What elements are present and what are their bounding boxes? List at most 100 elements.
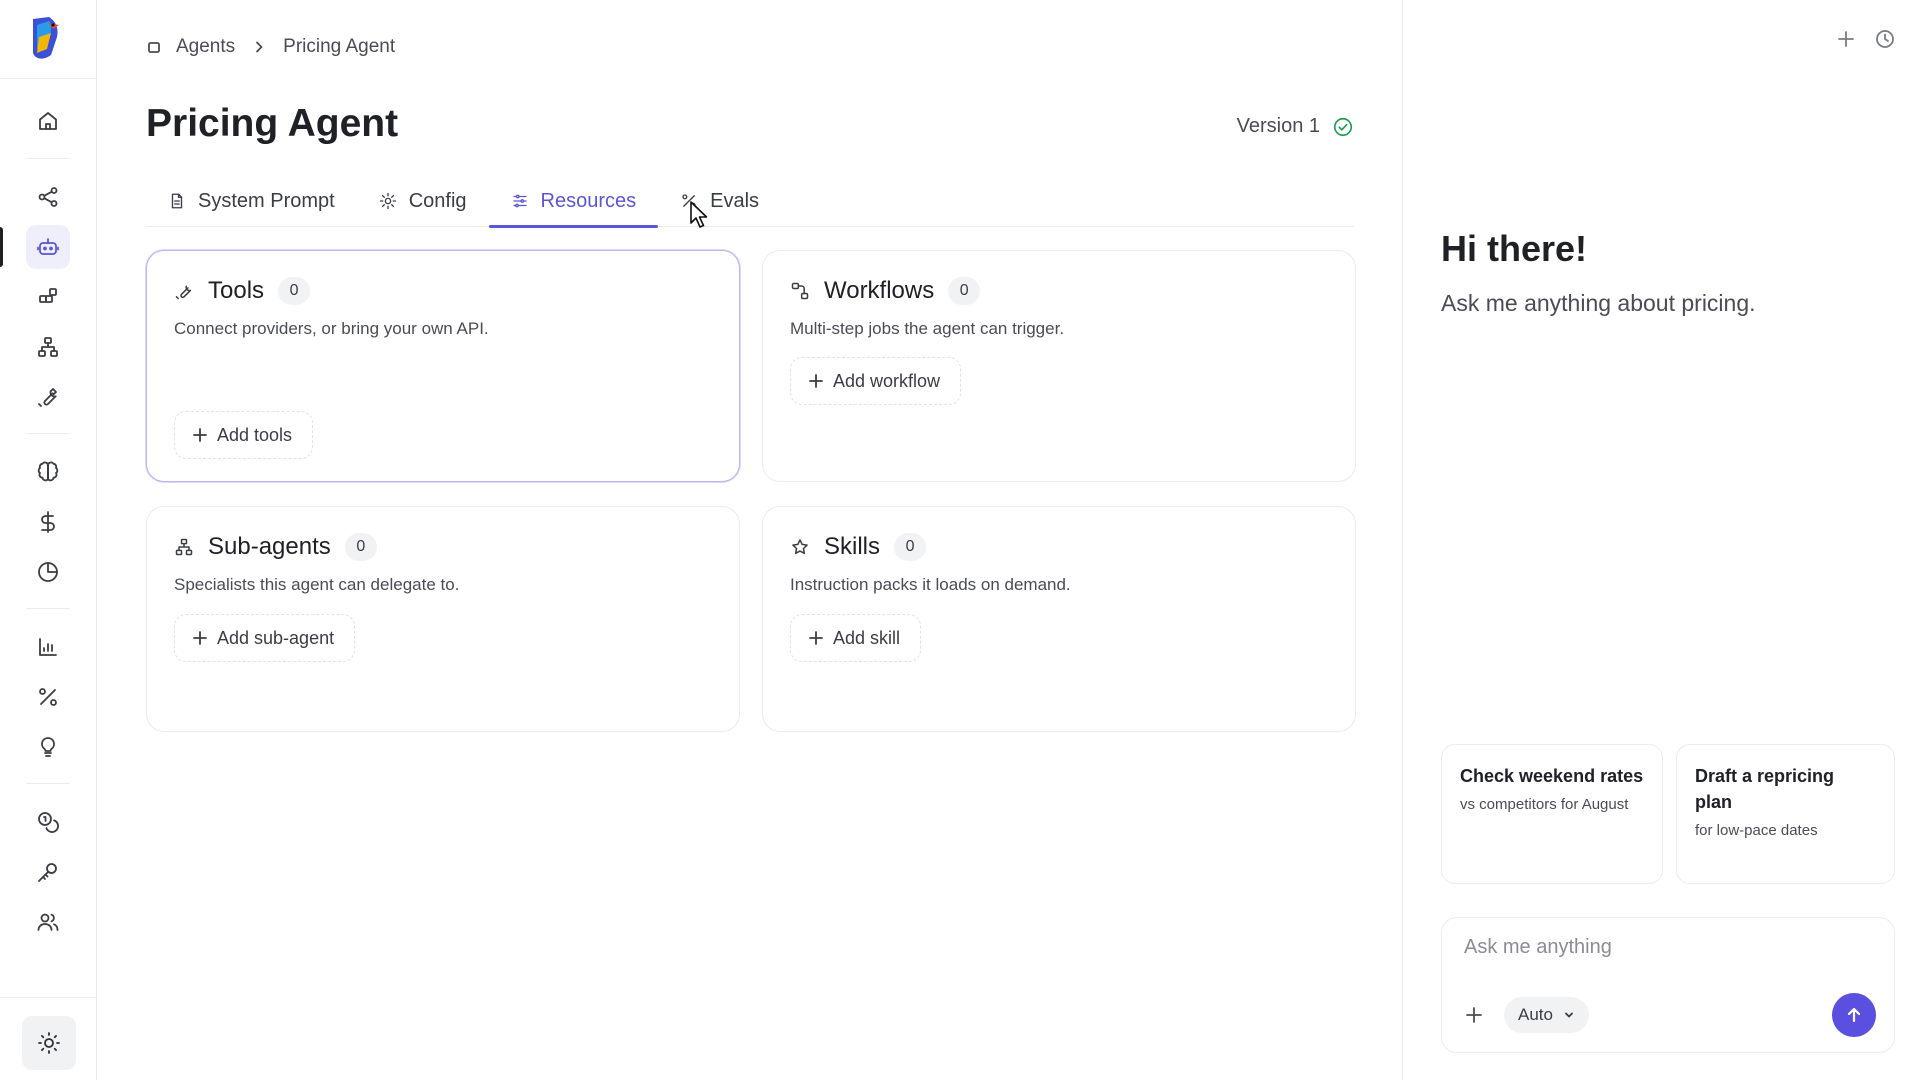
count-badge: 0 xyxy=(278,277,311,305)
app-logo[interactable] xyxy=(29,15,65,63)
add-tools-button[interactable]: Add tools xyxy=(174,411,314,459)
sidebar-item-tools[interactable] xyxy=(26,375,70,419)
sidebar-item-insights[interactable] xyxy=(26,725,70,769)
plus-icon xyxy=(193,631,207,645)
card-description: Multi-step jobs the agent can trigger. xyxy=(790,319,1065,338)
skills-card[interactable]: Skills 0 Instruction packs it loads on d… xyxy=(762,506,1356,732)
add-workflow-button[interactable]: Add workflow xyxy=(790,357,962,405)
main-content: Agents Pricing Agent Pricing Agent Versi… xyxy=(98,0,1402,1080)
home-icon xyxy=(39,112,57,130)
sidebar-item-flows[interactable] xyxy=(26,175,70,219)
star-icon xyxy=(792,539,808,555)
sidebar-item-agents[interactable] xyxy=(26,225,70,269)
add-skill-button[interactable]: Add skill xyxy=(790,614,922,662)
brain-icon xyxy=(37,461,59,482)
tool-icon xyxy=(175,285,192,300)
sidebar-item-integrations[interactable] xyxy=(26,275,70,319)
sidebar-item-knowledge[interactable] xyxy=(26,450,70,494)
sidebar-item-pricing[interactable] xyxy=(26,500,70,544)
hierarchy-icon xyxy=(175,538,193,556)
sidebar-divider xyxy=(26,158,70,159)
sidebar-item-home[interactable] xyxy=(26,99,70,143)
card-description: Instruction packs it loads on demand. xyxy=(790,575,1071,594)
sidebar-item-keys[interactable] xyxy=(26,850,70,894)
card-header: Sub-agents 0 xyxy=(174,533,377,561)
tools-card[interactable]: Tools 0 Connect providers, or bring your… xyxy=(146,250,740,482)
suggestion-card[interactable]: Check weekend rates vs competitors for A… xyxy=(1441,744,1663,884)
sidebar-item-hierarchy[interactable] xyxy=(26,325,70,369)
workflow-icon xyxy=(791,282,809,300)
card-title: Workflows xyxy=(824,277,935,304)
coins-icon xyxy=(38,812,59,833)
suggestion-subtitle: vs competitors for August xyxy=(1460,796,1629,813)
history-icon[interactable] xyxy=(1874,28,1896,50)
assistant-greeting: Hi there! xyxy=(1441,228,1588,269)
users-icon xyxy=(37,913,59,931)
send-button[interactable] xyxy=(1832,993,1876,1037)
bar-chart-icon xyxy=(39,638,57,656)
tab-system-prompt[interactable]: System Prompt xyxy=(146,175,357,227)
new-chat-icon[interactable] xyxy=(1835,28,1857,50)
tab-label: Evals xyxy=(710,189,760,212)
version-indicator[interactable]: Version 1 xyxy=(1237,115,1354,138)
chevron-right-icon xyxy=(256,41,263,53)
gear-icon xyxy=(379,192,396,210)
chat-input[interactable] xyxy=(1464,936,1874,959)
breadcrumb-agents-link[interactable]: Agents xyxy=(176,36,235,58)
sidebar-separator xyxy=(0,78,97,79)
button-label: Add sub-agent xyxy=(217,627,335,648)
wrench-icon xyxy=(38,388,57,407)
sun-icon xyxy=(38,1032,60,1054)
add-subagent-button[interactable]: Add sub-agent xyxy=(174,614,356,662)
card-description: Connect providers, or bring your own API… xyxy=(174,319,489,338)
plus-icon xyxy=(193,428,207,442)
attach-plus-icon[interactable] xyxy=(1464,1005,1484,1025)
mode-select[interactable]: Auto xyxy=(1504,997,1589,1033)
breadcrumb-current: Pricing Agent xyxy=(283,36,396,57)
sidebar xyxy=(0,0,97,1080)
sidebar-divider xyxy=(26,783,70,784)
card-header: Workflows 0 xyxy=(790,277,981,305)
plus-icon xyxy=(809,374,823,388)
tab-label: Resources xyxy=(540,189,637,212)
sidebar-item-discounts[interactable] xyxy=(26,675,70,719)
sidebar-item-billing[interactable] xyxy=(26,800,70,844)
key-icon xyxy=(38,863,57,882)
blocks-icon xyxy=(39,288,57,303)
bot-icon xyxy=(37,238,59,255)
count-badge: 0 xyxy=(344,533,377,561)
chevron-down-icon xyxy=(1565,1012,1573,1018)
sidebar-divider xyxy=(26,608,70,609)
card-title: Tools xyxy=(208,277,265,304)
tab-label: System Prompt xyxy=(198,189,335,212)
sidebar-item-analytics[interactable] xyxy=(26,625,70,669)
tab-config[interactable]: Config xyxy=(357,175,489,227)
page-title: Pricing Agent xyxy=(146,102,399,145)
suggestion-subtitle: for low-pace dates xyxy=(1695,822,1818,839)
count-badge: 0 xyxy=(894,533,927,561)
check-circle-icon xyxy=(1333,117,1353,136)
assistant-subtitle: Ask me anything about pricing. xyxy=(1441,290,1756,316)
tab-resources[interactable]: Resources xyxy=(488,175,659,228)
suggestion-card[interactable]: Draft a repricing plan for low-pace date… xyxy=(1676,744,1895,884)
theme-toggle-button[interactable] xyxy=(22,1016,76,1070)
card-title: Sub-agents xyxy=(208,533,331,560)
lightbulb-icon xyxy=(41,737,55,757)
plus-icon xyxy=(809,631,823,645)
workflows-card[interactable]: Workflows 0 Multi-step jobs the agent ca… xyxy=(762,250,1356,482)
card-title: Skills xyxy=(824,533,881,560)
button-label: Add skill xyxy=(833,627,901,648)
subagents-card[interactable]: Sub-agents 0 Specialists this agent can … xyxy=(146,506,740,732)
sidebar-item-reports[interactable] xyxy=(26,550,70,594)
mouse-cursor-icon xyxy=(690,201,708,228)
count-badge: 0 xyxy=(948,277,981,305)
button-label: Add tools xyxy=(217,424,293,445)
breadcrumb: Agents Pricing Agent xyxy=(146,36,395,58)
pie-chart-icon xyxy=(38,562,58,582)
sidebar-item-team[interactable] xyxy=(26,900,70,944)
tab-evals[interactable]: Evals xyxy=(658,175,781,227)
folder-icon xyxy=(148,42,160,53)
button-label: Add workflow xyxy=(833,370,941,391)
mode-select-value: Auto xyxy=(1518,1005,1553,1024)
sliders-icon xyxy=(512,194,527,208)
